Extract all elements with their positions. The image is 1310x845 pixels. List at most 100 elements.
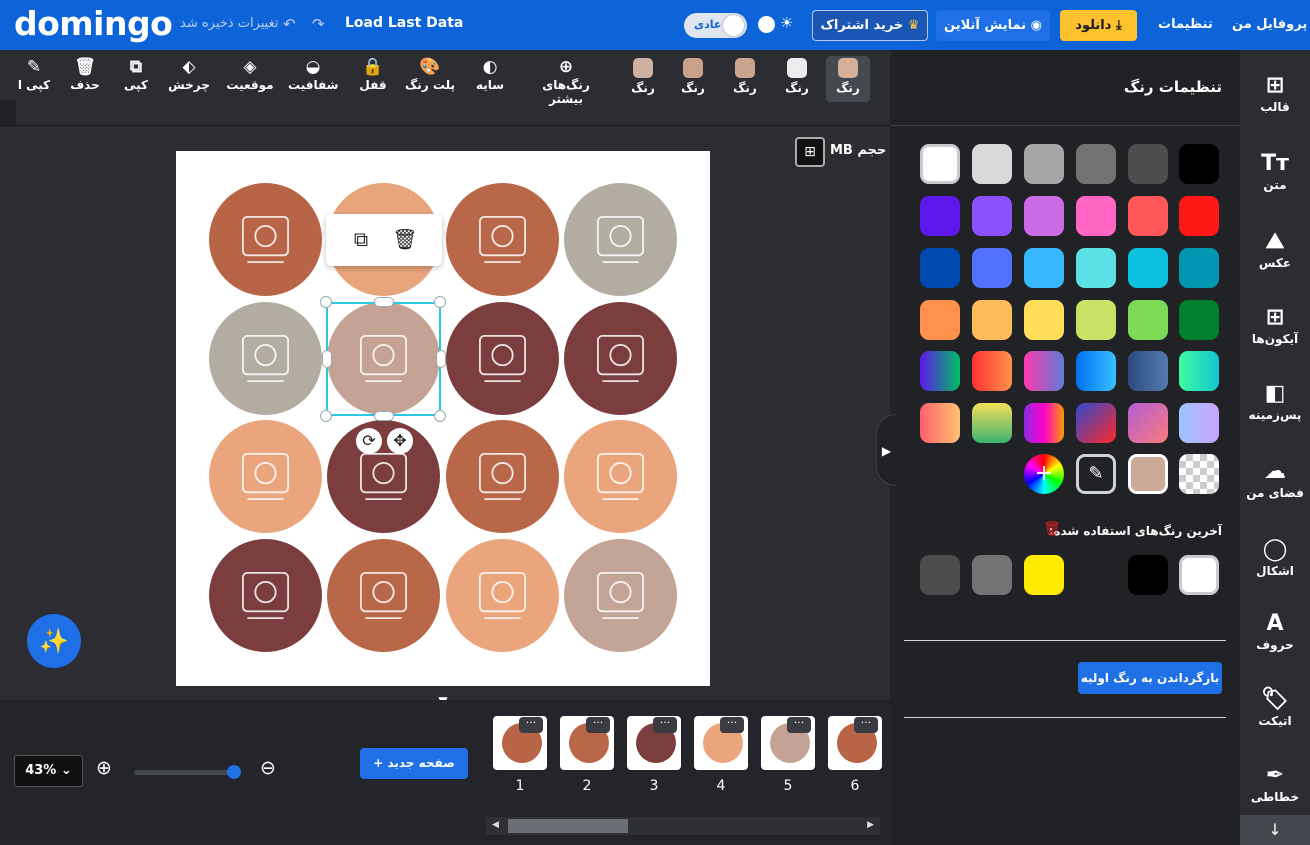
sun-icon[interactable]: ☀ [780,14,793,32]
highlight-circle-tent[interactable] [564,420,677,533]
magic-wand-button[interactable]: ✨ [27,614,81,668]
sidebar-item-5[interactable]: ☁ فضای من [1240,458,1310,500]
page-more-icon[interactable]: ··· [787,717,811,733]
delete-icon[interactable]: 🗑 [392,226,418,252]
resize-handle-tl[interactable] [320,296,332,308]
page-thumbnail[interactable]: ··· [761,716,815,770]
color-swatch[interactable] [1024,144,1064,184]
sidebar-item-1[interactable]: Tт متن [1240,150,1310,192]
mode-toggle[interactable]: عادی [684,13,747,38]
gradient-swatch[interactable] [1128,403,1168,443]
sidebar-item-2[interactable]: ⛰ عکس [1240,228,1310,270]
gradient-swatch[interactable] [1128,351,1168,391]
gradient-swatch[interactable] [1179,403,1219,443]
palette-tool[interactable]: 🎨 پلت رنگ [402,56,458,102]
color-swatch[interactable] [972,144,1012,184]
gradient-swatch[interactable] [1076,351,1116,391]
sidebar-item-6[interactable]: ◯ اشکال [1240,536,1310,578]
gradient-swatch[interactable] [1076,403,1116,443]
color-swatch[interactable] [1024,300,1064,340]
color-swatch[interactable] [920,196,960,236]
resize-handle-br[interactable] [434,410,446,422]
settings-link[interactable]: تنظیمات [1158,17,1213,32]
highlight-circle-cup[interactable] [564,183,677,296]
zoom-slider[interactable] [134,765,241,779]
highlight-circle-pumpkin[interactable] [209,302,322,415]
undo-icon[interactable]: ↶ [283,15,296,33]
sidebar-item-8[interactable]: 🏷 اتیکت [1240,686,1310,728]
page-more-icon[interactable]: ··· [653,717,677,733]
current-color-swatch[interactable] [1128,454,1168,494]
recent-color-swatch[interactable] [920,555,960,595]
highlight-circle-video[interactable] [446,302,559,415]
recent-color-swatch[interactable] [1024,555,1064,595]
sidebar-scroll-down-icon[interactable]: ↓ [1240,815,1310,845]
page-more-icon[interactable]: ··· [854,717,878,733]
gradient-swatch[interactable] [1024,403,1064,443]
color-swatch[interactable] [920,248,960,288]
color-swatch[interactable] [1179,248,1219,288]
theme-dot[interactable] [758,16,775,33]
highlight-circle-gamepad[interactable] [327,420,440,533]
color-swatch[interactable] [1024,196,1064,236]
gradient-swatch[interactable] [1179,351,1219,391]
color-tool-6[interactable]: رنگ [626,56,660,102]
color-swatch[interactable] [920,300,960,340]
rotate-tool[interactable]: ⬖ چرخش [166,56,212,102]
page-thumbnail[interactable]: ··· [493,716,547,770]
pages-scrollbar[interactable]: ◀ ▶ [486,817,880,835]
color-swatch[interactable] [972,248,1012,288]
zoom-out-icon[interactable]: ⊖ [260,757,276,779]
color-swatch[interactable] [1076,196,1116,236]
profile-link[interactable]: پروفایل من [1232,17,1307,32]
transparent-swatch[interactable] [1179,454,1219,494]
copy-tool[interactable]: ⧉ کپی [116,56,156,102]
shadow-tool[interactable]: ◐ سایه [470,56,510,102]
reset-color-button[interactable]: بازگرداندن به رنگ اولیه [1078,662,1222,694]
highlight-circle-avocado[interactable] [209,183,322,296]
highlight-circle-map[interactable] [446,420,559,533]
color-tool-1[interactable]: رنگ [826,56,870,102]
online-preview-button[interactable]: نمایش آنلاین ◉ [936,10,1050,41]
sidebar-item-4[interactable]: ◧ پس‌زمینه [1240,380,1310,422]
recent-color-swatch[interactable] [1179,555,1219,595]
highlight-circle-plant[interactable] [446,183,559,296]
color-swatch[interactable] [920,144,960,184]
lock-tool[interactable]: 🔒 قفل [356,56,390,102]
highlight-circle-laptop[interactable] [209,539,322,652]
color-swatch[interactable] [1076,248,1116,288]
page-thumbnail[interactable]: ··· [694,716,748,770]
color-swatch[interactable] [1179,196,1219,236]
highlight-circle-palette[interactable] [446,539,559,652]
color-swatch[interactable] [1128,300,1168,340]
sidebar-item-9[interactable]: ✒ خطاطی [1240,762,1310,804]
clear-recent-icon[interactable]: 🗑 [1043,521,1061,537]
highlight-circle-chat[interactable] [564,302,677,415]
highlight-circle-cosmetics[interactable] [209,420,322,533]
color-swatch[interactable] [1076,300,1116,340]
redo-icon[interactable]: ↷ [312,15,325,33]
page-more-icon[interactable]: ··· [519,717,543,733]
recent-color-swatch[interactable] [1128,555,1168,595]
resize-handle-r[interactable] [436,350,446,368]
panel-collapse-toggle[interactable]: ▶ [876,414,896,486]
color-swatch[interactable] [1179,300,1219,340]
resize-handle-l[interactable] [322,350,332,368]
color-tool-5[interactable]: رنگ [676,56,710,102]
new-page-button[interactable]: + صفحه جدید [360,748,468,779]
highlight-circle-camera[interactable] [327,539,440,652]
gradient-swatch[interactable] [1024,351,1064,391]
load-last-data-button[interactable]: Load Last Data [345,15,463,31]
position-tool[interactable]: ◈ موقعیت [226,56,274,102]
pages-scroll-thumb[interactable] [508,819,628,833]
resize-handle-tr[interactable] [434,296,446,308]
gradient-swatch[interactable] [920,403,960,443]
color-swatch[interactable] [1128,248,1168,288]
resize-handle-bl[interactable] [320,410,332,422]
sidebar-item-0[interactable]: ⊞ قالب [1240,72,1310,114]
color-swatch[interactable] [1024,248,1064,288]
page-more-icon[interactable]: ··· [720,717,744,733]
color-tool-3[interactable]: رنگ [780,56,814,102]
page-thumbnail[interactable]: ··· [560,716,614,770]
highlight-circle-book[interactable] [564,539,677,652]
